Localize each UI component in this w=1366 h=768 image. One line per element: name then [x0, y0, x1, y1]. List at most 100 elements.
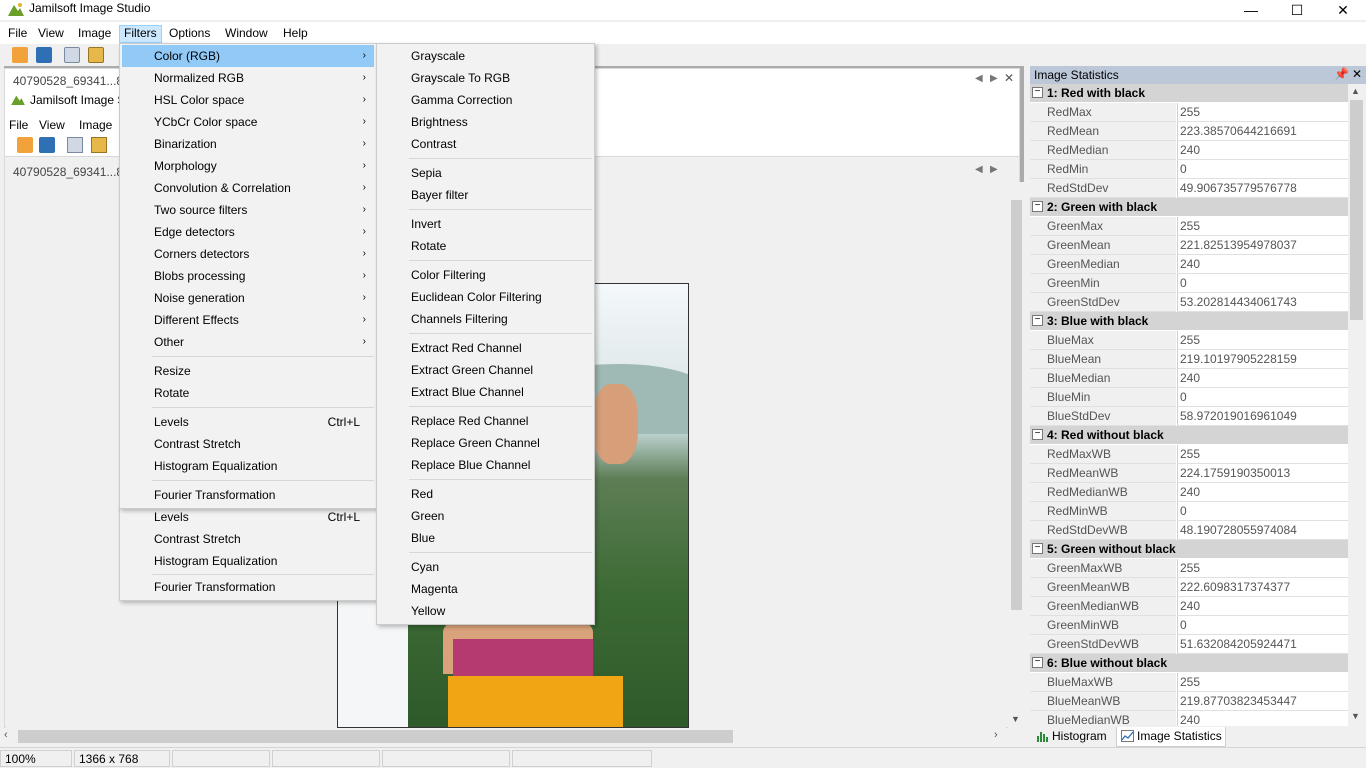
menu-item-convolution[interactable]: Convolution & Correlation ›	[122, 177, 374, 199]
submenu-item-extract-blue-channel[interactable]: Extract Blue Channel	[379, 381, 592, 403]
child-menu-image[interactable]: Image	[79, 118, 112, 132]
collapse-icon[interactable]: −	[1032, 315, 1043, 326]
child-paste-icon[interactable]	[91, 137, 107, 153]
stats-row[interactable]: GreenMinWB 0	[1030, 616, 1348, 635]
stats-row[interactable]: GreenStdDevWB 51.632084205924471	[1030, 635, 1348, 654]
submenu-item-cyan[interactable]: Cyan	[379, 556, 592, 578]
stats-row[interactable]: GreenMedian 240	[1030, 255, 1348, 274]
submenu-item-grayscale[interactable]: Grayscale	[379, 45, 592, 67]
menu-item-levels[interactable]: Levels Ctrl+L	[122, 411, 374, 433]
stats-row[interactable]: RedMax 255	[1030, 103, 1348, 122]
tab2-nav-left-icon[interactable]: ◀	[975, 164, 983, 175]
stats-row[interactable]: RedStdDevWB 48.190728055974084	[1030, 521, 1348, 540]
copy-icon[interactable]	[64, 47, 80, 63]
scroll-down-icon[interactable]: ▼	[1011, 714, 1020, 724]
grid-scroll-up-icon[interactable]: ▲	[1351, 86, 1360, 96]
submenu-item-bayer-filter[interactable]: Bayer filter	[379, 184, 592, 206]
menu-item-different-effects[interactable]: Different Effects ›	[122, 309, 374, 331]
submenu-item-channels-filtering[interactable]: Channels Filtering	[379, 308, 592, 330]
stats-row[interactable]: GreenStdDev 53.202814434061743	[1030, 293, 1348, 312]
menu-item-corners-detectors[interactable]: Corners detectors ›	[122, 243, 374, 265]
menu-item-other[interactable]: Other ›	[122, 331, 374, 353]
child-menu-view[interactable]: View	[39, 118, 65, 132]
menu-file[interactable]: File	[3, 25, 32, 43]
menu-item-fourier[interactable]: Fourier Transformation	[122, 484, 374, 506]
tab-image-statistics[interactable]: Image Statistics	[1116, 727, 1226, 747]
stats-row[interactable]: GreenMax 255	[1030, 217, 1348, 236]
child-copy-icon[interactable]	[67, 137, 83, 153]
behind-menu-histogram-equalization[interactable]: Histogram Equalization	[154, 550, 374, 572]
stats-category[interactable]: −4: Red without black	[1030, 426, 1348, 444]
stats-row[interactable]: BlueMeanWB 219.87703823453447	[1030, 692, 1348, 711]
canvas-horizontal-thumb[interactable]	[18, 730, 733, 743]
paste-icon[interactable]	[88, 47, 104, 63]
submenu-item-extract-green-channel[interactable]: Extract Green Channel	[379, 359, 592, 381]
menu-view[interactable]: View	[33, 25, 69, 43]
menu-item-morphology[interactable]: Morphology ›	[122, 155, 374, 177]
child-open-icon[interactable]	[17, 137, 33, 153]
menu-item-blobs[interactable]: Blobs processing ›	[122, 265, 374, 287]
menu-item-noise[interactable]: Noise generation ›	[122, 287, 374, 309]
stats-row[interactable]: BlueMedianWB 240	[1030, 711, 1348, 726]
stats-row[interactable]: BlueMedian 240	[1030, 369, 1348, 388]
minimize-button[interactable]: —	[1228, 0, 1274, 20]
submenu-item-euclidean-color-filtering[interactable]: Euclidean Color Filtering	[379, 286, 592, 308]
behind-menu-contrast-stretch[interactable]: Contrast Stretch	[154, 528, 374, 550]
tab-nav-left-icon[interactable]: ◀	[975, 73, 983, 84]
collapse-icon[interactable]: −	[1032, 201, 1043, 212]
collapse-icon[interactable]: −	[1032, 87, 1043, 98]
stats-row[interactable]: GreenMeanWB 222.6098317374377	[1030, 578, 1348, 597]
child-menu-file[interactable]: File	[9, 118, 28, 132]
scroll-right-icon[interactable]: ›	[994, 729, 998, 741]
submenu-item-extract-red-channel[interactable]: Extract Red Channel	[379, 337, 592, 359]
scroll-left-icon[interactable]: ‹	[4, 729, 8, 741]
menu-window[interactable]: Window	[220, 25, 273, 43]
behind-menu-levels[interactable]: Levels Ctrl+L	[154, 506, 374, 528]
submenu-item-gamma-correction[interactable]: Gamma Correction	[379, 89, 592, 111]
stats-category[interactable]: −5: Green without black	[1030, 540, 1348, 558]
submenu-item-replace-blue-channel[interactable]: Replace Blue Channel	[379, 454, 592, 476]
stats-row[interactable]: BlueMax 255	[1030, 331, 1348, 350]
document-tab-1[interactable]: 40790528_69341...8	[13, 74, 123, 88]
stats-row[interactable]: BlueMin 0	[1030, 388, 1348, 407]
menu-item-histogram-equalization[interactable]: Histogram Equalization	[122, 455, 374, 477]
document-close-icon[interactable]: ✕	[1004, 71, 1014, 85]
submenu-item-green[interactable]: Green	[379, 505, 592, 527]
menu-item-resize[interactable]: Resize	[122, 360, 374, 382]
stats-category[interactable]: −6: Blue without black	[1030, 654, 1348, 672]
stats-category[interactable]: −1: Red with black	[1030, 84, 1348, 102]
submenu-item-replace-red-channel[interactable]: Replace Red Channel	[379, 410, 592, 432]
grid-scroll-thumb[interactable]	[1350, 100, 1363, 320]
stats-row[interactable]: BlueStdDev 58.972019016961049	[1030, 407, 1348, 426]
menu-item-normalized-rgb[interactable]: Normalized RGB ›	[122, 67, 374, 89]
menu-image[interactable]: Image	[73, 25, 116, 43]
tab-nav-right-icon[interactable]: ▶	[990, 73, 998, 84]
stats-row[interactable]: GreenMean 221.82513954978037	[1030, 236, 1348, 255]
stats-row[interactable]: BlueMean 219.10197905228159	[1030, 350, 1348, 369]
stats-row[interactable]: RedMedianWB 240	[1030, 483, 1348, 502]
stats-row[interactable]: GreenMedianWB 240	[1030, 597, 1348, 616]
submenu-item-invert[interactable]: Invert	[379, 213, 592, 235]
menu-item-color-rgb[interactable]: Color (RGB) ›	[122, 45, 374, 67]
document-tab-2[interactable]: 40790528_69341...8	[13, 165, 123, 179]
collapse-icon[interactable]: −	[1032, 543, 1043, 554]
submenu-item-color-filtering[interactable]: Color Filtering	[379, 264, 592, 286]
submenu-item-yellow[interactable]: Yellow	[379, 600, 592, 622]
stats-row[interactable]: RedMean 223.38570644216691	[1030, 122, 1348, 141]
menu-options[interactable]: Options	[164, 25, 215, 43]
submenu-item-replace-green-channel[interactable]: Replace Green Channel	[379, 432, 592, 454]
stats-row[interactable]: RedMin 0	[1030, 160, 1348, 179]
close-button[interactable]: ✕	[1320, 0, 1366, 20]
submenu-item-sepia[interactable]: Sepia	[379, 162, 592, 184]
menu-item-hsl[interactable]: HSL Color space ›	[122, 89, 374, 111]
stats-category[interactable]: −3: Blue with black	[1030, 312, 1348, 330]
behind-menu-fourier[interactable]: Fourier Transformation	[154, 576, 374, 598]
child-save-icon[interactable]	[39, 137, 55, 153]
canvas-vertical-thumb[interactable]	[1011, 200, 1022, 610]
menu-item-contrast-stretch[interactable]: Contrast Stretch	[122, 433, 374, 455]
menu-item-two-source[interactable]: Two source filters ›	[122, 199, 374, 221]
grid-scroll-down-icon[interactable]: ▼	[1351, 711, 1360, 721]
stats-row[interactable]: RedMedian 240	[1030, 141, 1348, 160]
stats-row[interactable]: RedMinWB 0	[1030, 502, 1348, 521]
submenu-item-contrast[interactable]: Contrast	[379, 133, 592, 155]
